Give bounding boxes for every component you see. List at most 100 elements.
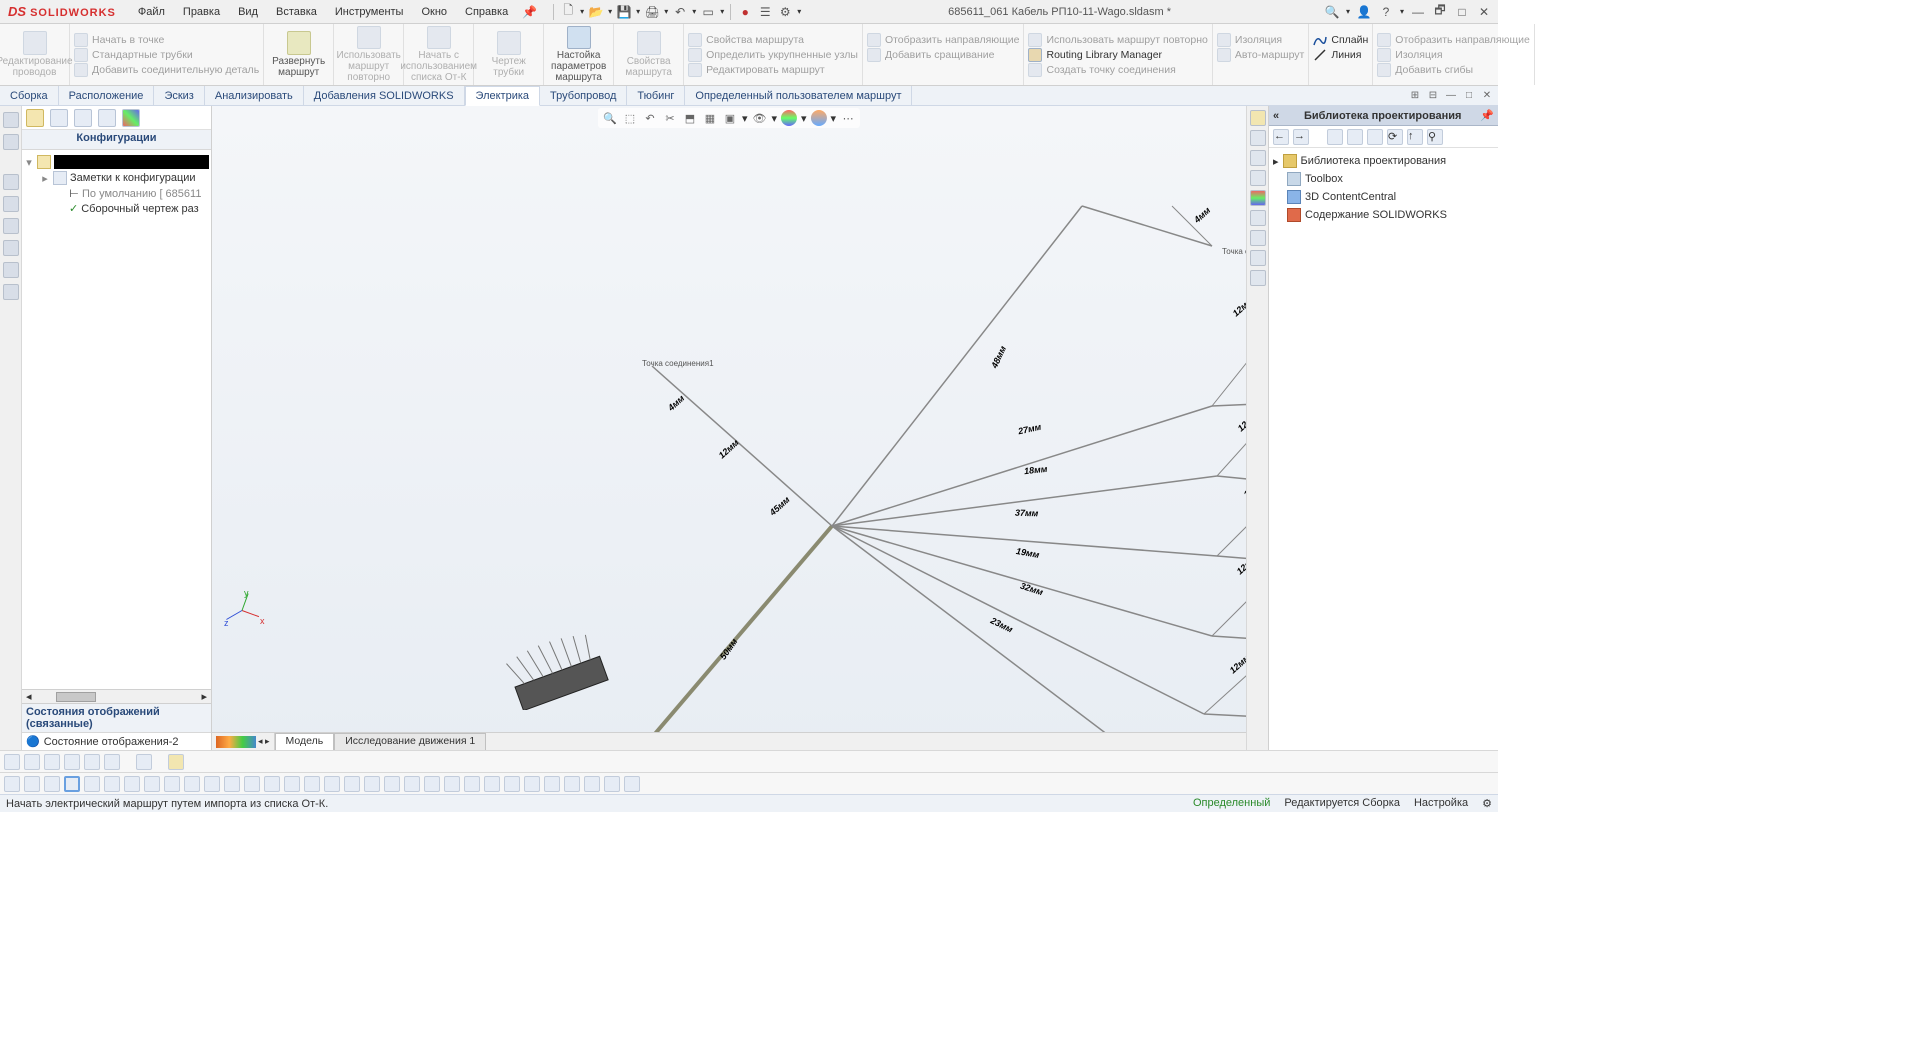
stb-icon[interactable] [604, 776, 620, 792]
lib-newfolder-icon[interactable] [1367, 129, 1383, 145]
options-icon[interactable]: ☰ [757, 4, 773, 20]
menu-view[interactable]: Вид [230, 3, 266, 21]
doc-prev-icon[interactable]: ⊞ [1408, 89, 1422, 103]
display-state-row[interactable]: 🔵Состояние отображения-2 [22, 733, 211, 750]
ribbon-insulation2[interactable]: Изоляция [1377, 48, 1530, 62]
menu-file[interactable]: Файл [130, 3, 173, 21]
stb-icon[interactable] [544, 776, 560, 792]
ribbon-add-bends[interactable]: Добавить сгибы [1377, 63, 1530, 77]
design-library-header[interactable]: «Библиотека проектирования📌 [1269, 106, 1498, 126]
stb-icon[interactable] [104, 754, 120, 770]
rebuild-icon[interactable]: ● [737, 4, 753, 20]
stb-icon[interactable] [524, 776, 540, 792]
stb-icon[interactable] [484, 776, 500, 792]
ribbon-start-fromto[interactable]: Начать с использованием списка От-К [404, 24, 474, 85]
ribbon-route-params[interactable]: Настойка параметров маршрута [544, 24, 614, 85]
tree-config-notes[interactable]: Заметки к конфигурации [70, 172, 196, 184]
fm-tree[interactable]: ▾ ▸Заметки к конфигурации ⊢По умолчанию … [22, 150, 211, 689]
rail-icon[interactable] [3, 262, 19, 278]
lib-fwd-icon[interactable]: → [1293, 129, 1309, 145]
stb-icon[interactable] [284, 776, 300, 792]
stb-icon[interactable] [84, 776, 100, 792]
graphics-viewport[interactable]: 🔍 ⬚ ↶ ✂ ⬒ ▦ ▣▾ 👁▾ ▾ ▾ ⋯ [212, 106, 1246, 750]
ribbon-std-tubes[interactable]: Стандартные трубки [74, 48, 259, 62]
user-icon[interactable]: 👤 [1356, 4, 1372, 20]
close-icon[interactable]: ✕ [1476, 4, 1492, 20]
ribbon-route-properties[interactable]: Свойства маршрута [688, 33, 858, 47]
ribbon-tube-drawing[interactable]: Чертеж трубки [474, 24, 544, 85]
stb-icon[interactable] [144, 776, 160, 792]
ribbon-line[interactable]: Линия [1313, 48, 1368, 62]
ribbon-def-agg-nodes[interactable]: Определить укрупненные узлы [688, 48, 858, 62]
settings-icon[interactable]: ⚙ [777, 4, 793, 20]
status-gear-icon[interactable]: ⚙ [1482, 797, 1492, 810]
lib-item[interactable]: Toolbox [1305, 173, 1343, 185]
stb-icon[interactable] [44, 754, 60, 770]
lib-item[interactable]: 3D ContentCentral [1305, 191, 1396, 203]
ribbon-edit-route[interactable]: Редактировать маршрут [688, 63, 858, 77]
ribbon-add-splice[interactable]: Добавить сращивание [867, 48, 1020, 62]
save-icon[interactable]: 💾 [616, 4, 632, 20]
stb-icon[interactable] [344, 776, 360, 792]
doc-max-icon[interactable]: □ [1462, 89, 1476, 103]
taskpane-misc-icon[interactable] [1250, 250, 1266, 266]
rail-icon[interactable] [3, 196, 19, 212]
taskpane-view-icon[interactable] [1250, 170, 1266, 186]
taskpane-forum-icon[interactable] [1250, 230, 1266, 246]
stb-icon[interactable] [44, 776, 60, 792]
doc-min-icon[interactable]: — [1444, 89, 1458, 103]
stb-icon[interactable] [224, 776, 240, 792]
ribbon-route-props[interactable]: Свойства маршрута [614, 24, 684, 85]
stb-select-icon[interactable] [64, 776, 80, 792]
taskpane-prop-icon[interactable] [1250, 210, 1266, 226]
doc-close-icon[interactable]: ✕ [1480, 89, 1494, 103]
stb-icon[interactable] [84, 754, 100, 770]
ribbon-show-guides[interactable]: Отобразить направляющие [867, 33, 1020, 47]
tab-user-route[interactable]: Определенный пользователем маршрут [685, 86, 912, 105]
ribbon-unfold-route[interactable]: Развернуть маршрут [264, 24, 334, 85]
pin-icon[interactable]: 📌 [522, 5, 537, 19]
stb-icon[interactable] [24, 754, 40, 770]
restore-icon[interactable]: 🗗 [1432, 4, 1448, 20]
fm-tab-tree-icon[interactable] [26, 109, 44, 127]
stb-icon[interactable] [384, 776, 400, 792]
minimize-icon[interactable]: — [1410, 4, 1426, 20]
stb-icon[interactable] [624, 776, 640, 792]
lib-refresh-icon[interactable]: ⟳ [1387, 129, 1403, 145]
menu-help[interactable]: Справка [457, 3, 516, 21]
tab-evaluate[interactable]: Анализировать [205, 86, 304, 105]
ribbon-reuse-route2[interactable]: Использовать маршрут повторно [1028, 33, 1207, 47]
menu-edit[interactable]: Правка [175, 3, 228, 21]
fm-tab-appearance-icon[interactable] [122, 109, 140, 127]
tab-electrical[interactable]: Электрика [465, 86, 541, 106]
menu-insert[interactable]: Вставка [268, 3, 325, 21]
menu-tools[interactable]: Инструменты [327, 3, 412, 21]
stb-icon[interactable] [4, 754, 20, 770]
ribbon-show-guides2[interactable]: Отобразить направляющие [1377, 33, 1530, 47]
fm-hscroll[interactable]: ◂▸ [22, 689, 211, 703]
taskpane-home-icon[interactable] [1250, 110, 1266, 126]
lib-item[interactable]: Библиотека проектирования [1301, 155, 1447, 167]
stb-icon[interactable] [136, 754, 152, 770]
fm-tab-dim-icon[interactable] [98, 109, 116, 127]
new-icon[interactable]: 🗋 [560, 4, 576, 20]
stb-icon[interactable] [364, 776, 380, 792]
rail-icon[interactable] [3, 218, 19, 234]
tab-sketch[interactable]: Эскиз [154, 86, 204, 105]
tree-default-config[interactable]: По умолчанию [ 685611 [82, 188, 201, 200]
stb-icon[interactable] [424, 776, 440, 792]
stb-icon[interactable] [244, 776, 260, 792]
stb-icon[interactable] [404, 776, 420, 792]
ribbon-reuse-route[interactable]: Использовать маршрут повторно [334, 24, 404, 85]
stb-icon[interactable] [104, 776, 120, 792]
undo-icon[interactable]: ↶ [672, 4, 688, 20]
rail-icon[interactable] [3, 240, 19, 256]
maximize-icon[interactable]: □ [1454, 4, 1470, 20]
stb-icon[interactable] [504, 776, 520, 792]
tab-tubing[interactable]: Тюбинг [627, 86, 685, 105]
rail-icon[interactable] [3, 174, 19, 190]
stb-icon[interactable] [304, 776, 320, 792]
stb-icon[interactable] [124, 776, 140, 792]
ribbon-add-conn-part[interactable]: Добавить соединительную деталь [74, 63, 259, 77]
select-icon[interactable]: ▭ [700, 4, 716, 20]
